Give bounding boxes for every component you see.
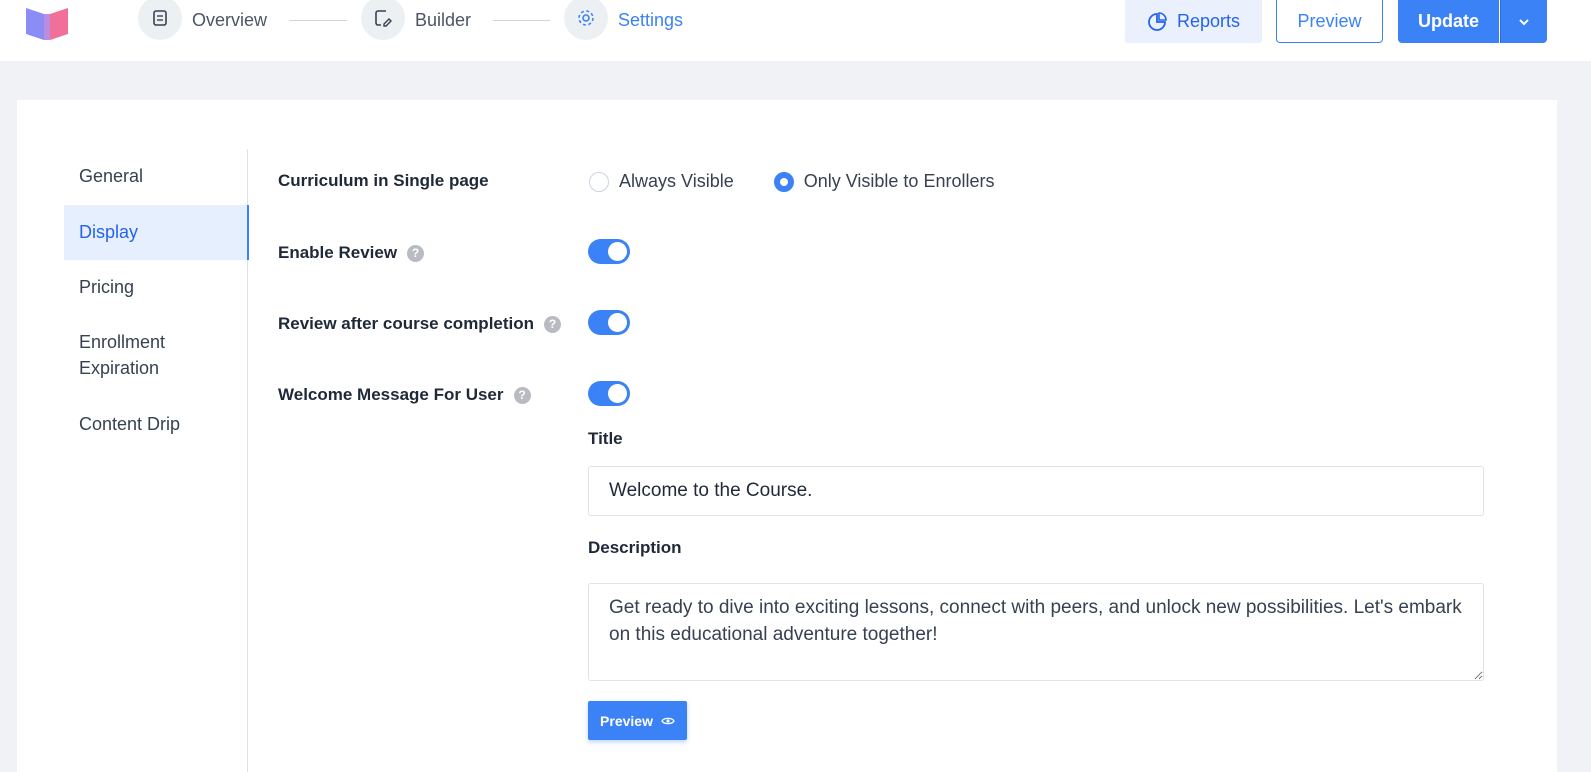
- sidebar-item-content-drip[interactable]: Content Drip: [64, 411, 248, 437]
- top-bar: Overview Builder Settings Reports Previe…: [0, 0, 1591, 61]
- title-label: Title: [588, 429, 623, 448]
- chevron-down-icon: [1519, 18, 1529, 25]
- preview-button-label: Preview: [600, 712, 653, 729]
- document-icon: [138, 0, 182, 40]
- title-input[interactable]: [588, 466, 1484, 516]
- step-builder[interactable]: Builder: [361, 0, 471, 40]
- preview-top-button[interactable]: Preview: [1276, 0, 1383, 43]
- description-textarea[interactable]: Get ready to dive into exciting lessons,…: [588, 583, 1484, 681]
- toggle-knob: [608, 384, 627, 403]
- pie-chart-icon: [1148, 11, 1167, 31]
- step-connector: [493, 20, 550, 21]
- step-label-overview: Overview: [192, 9, 268, 30]
- radio-circle: [589, 171, 609, 192]
- review-after-completion-label: Review after course completion ?: [278, 314, 562, 334]
- settings-card: General Display Pricing Enrollment Expir…: [17, 100, 1557, 772]
- radio-always-visible[interactable]: Always Visible: [589, 171, 734, 192]
- description-label: Description: [588, 538, 682, 557]
- update-dropdown-button[interactable]: [1500, 0, 1547, 43]
- gear-icon: [564, 0, 608, 40]
- eye-icon: [661, 717, 675, 724]
- welcome-message-label: Welcome Message For User ?: [278, 385, 531, 405]
- edit-icon: [361, 0, 405, 40]
- review-after-completion-text: Review after course completion: [278, 314, 535, 333]
- sidebar-item-pricing[interactable]: Pricing: [64, 274, 248, 300]
- radio-label: Only Visible to Enrollers: [803, 171, 995, 191]
- step-overview[interactable]: Overview: [138, 0, 267, 40]
- settings-sidebar: General Display Pricing Enrollment Expir…: [64, 149, 249, 772]
- step-label-settings: Settings: [618, 9, 684, 30]
- curriculum-label-text: Curriculum in Single page: [278, 171, 489, 190]
- step-label-builder: Builder: [415, 9, 472, 30]
- reports-button[interactable]: Reports: [1125, 0, 1262, 43]
- radio-only-enrollers[interactable]: Only Visible to Enrollers: [773, 171, 995, 192]
- step-connector: [289, 20, 347, 21]
- preview-button[interactable]: Preview: [588, 701, 687, 740]
- step-settings[interactable]: Settings: [564, 0, 683, 40]
- radio-circle-checked: [773, 171, 794, 192]
- curriculum-radio-group: Always Visible Only Visible to Enrollers: [589, 171, 1034, 192]
- enable-review-label: Enable Review ?: [278, 243, 425, 263]
- help-icon[interactable]: ?: [544, 315, 562, 333]
- help-icon[interactable]: ?: [407, 244, 425, 262]
- enable-review-toggle[interactable]: [588, 239, 630, 264]
- help-icon[interactable]: ?: [513, 386, 531, 404]
- update-button[interactable]: Update: [1398, 0, 1499, 43]
- reports-label: Reports: [1176, 11, 1241, 31]
- welcome-message-text: Welcome Message For User: [278, 385, 504, 404]
- curriculum-label: Curriculum in Single page: [278, 171, 489, 191]
- sidebar-item-general[interactable]: General: [64, 163, 248, 189]
- review-after-completion-toggle[interactable]: [588, 310, 630, 335]
- logo-icon: [26, 8, 68, 40]
- toggle-knob: [608, 242, 627, 261]
- radio-label: Always Visible: [619, 171, 734, 191]
- sidebar-item-enrollment-expiration[interactable]: Enrollment Expiration: [64, 329, 194, 381]
- welcome-message-toggle[interactable]: [588, 381, 630, 406]
- sidebar-item-display[interactable]: Display: [64, 205, 249, 260]
- enable-review-text: Enable Review: [278, 243, 398, 262]
- toggle-knob: [608, 313, 627, 332]
